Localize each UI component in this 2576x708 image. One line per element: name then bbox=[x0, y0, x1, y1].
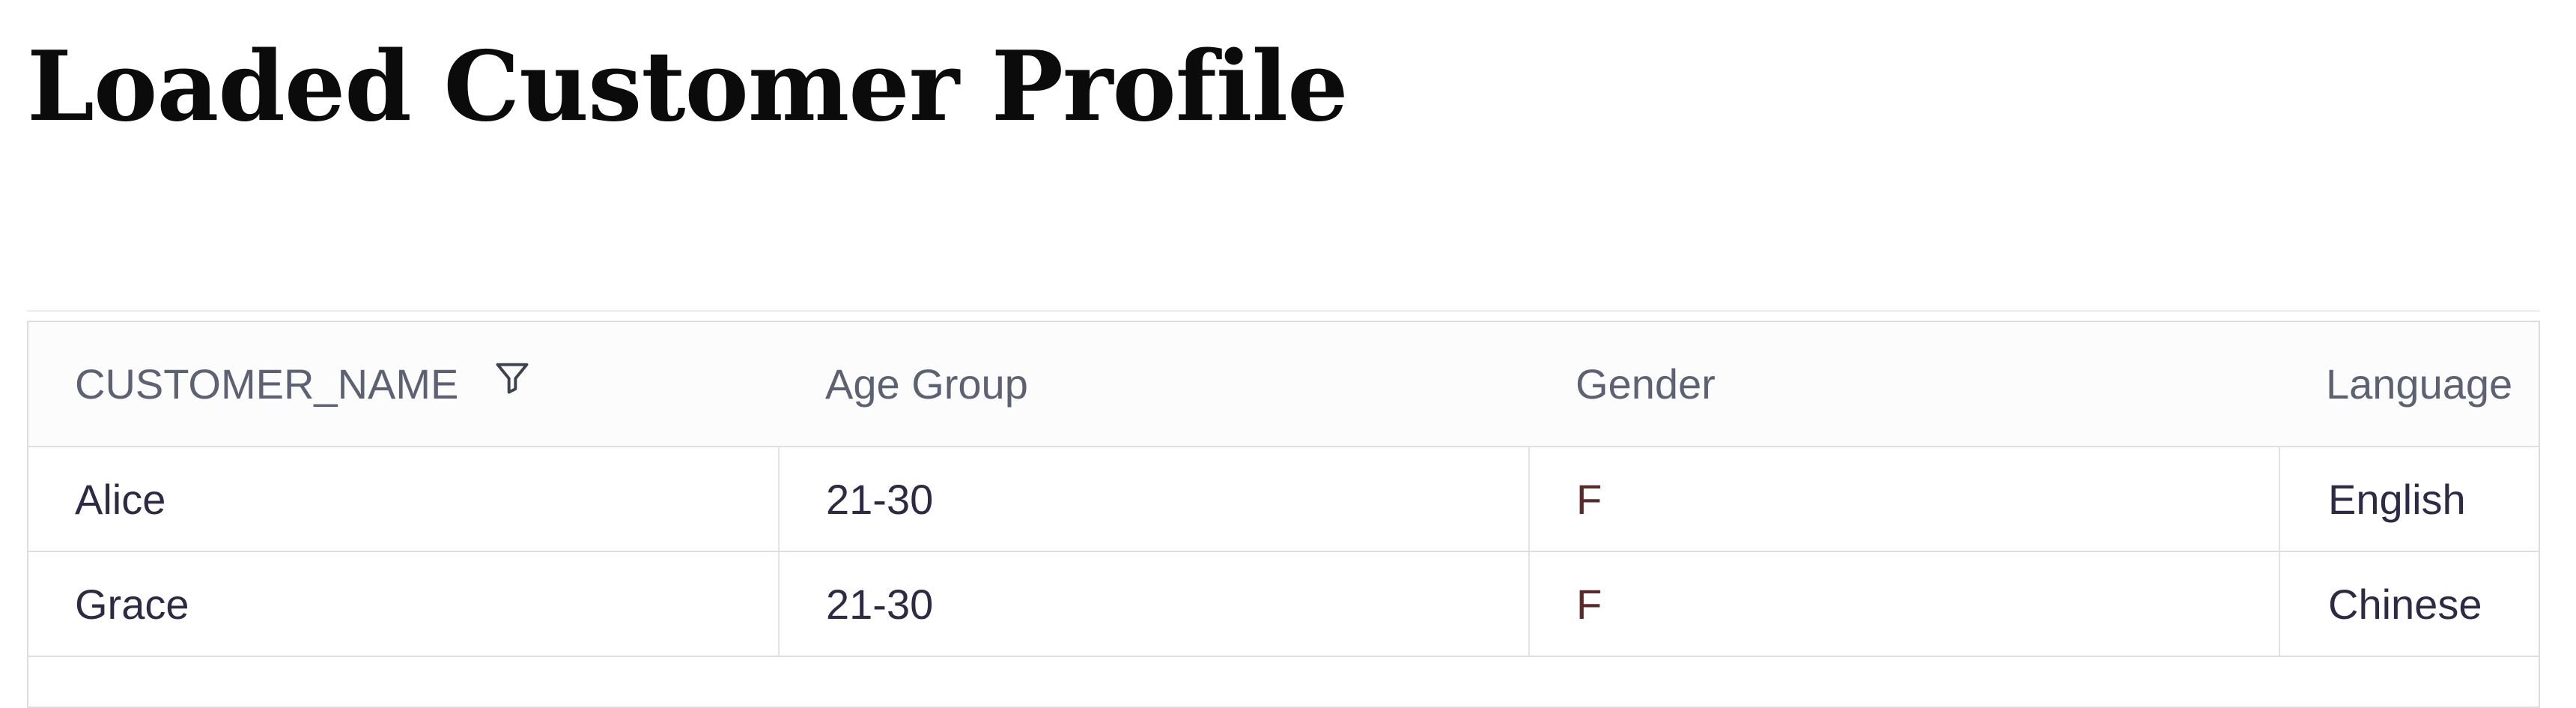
filter-icon[interactable] bbox=[493, 358, 532, 407]
table-row[interactable]: Grace 21-30 F Chinese bbox=[28, 551, 2539, 657]
table-header-row: CUSTOMER_NAME Age Group Gender Language bbox=[28, 322, 2539, 447]
customer-profile-table: CUSTOMER_NAME Age Group Gender Language bbox=[27, 321, 2540, 708]
column-header-label: Age Group bbox=[825, 360, 1028, 408]
cell-language: English bbox=[2279, 447, 2539, 552]
cell-gender: F bbox=[1529, 551, 2280, 657]
table-row[interactable]: Alice 21-30 F English bbox=[28, 447, 2539, 552]
cell-gender: F bbox=[1529, 447, 2280, 552]
page-title: Loaded Customer Profile bbox=[27, 31, 1348, 143]
column-header-customer-name[interactable]: CUSTOMER_NAME bbox=[28, 322, 779, 447]
cell-age-group: 21-30 bbox=[779, 551, 1530, 657]
cell-customer-name: Grace bbox=[28, 551, 780, 657]
data-table: CUSTOMER_NAME Age Group Gender Language bbox=[28, 322, 2539, 657]
column-header-age-group[interactable]: Age Group bbox=[779, 322, 1529, 447]
column-header-label: Gender bbox=[1576, 360, 1716, 408]
column-header-label: Language bbox=[2326, 360, 2513, 408]
column-header-gender[interactable]: Gender bbox=[1529, 322, 2279, 447]
column-header-language[interactable]: Language bbox=[2279, 322, 2539, 447]
section-divider bbox=[27, 310, 2540, 312]
cell-language: Chinese bbox=[2279, 551, 2539, 657]
cell-age-group: 21-30 bbox=[779, 447, 1530, 552]
column-header-label: CUSTOMER_NAME bbox=[75, 360, 459, 408]
cell-customer-name: Alice bbox=[28, 447, 780, 552]
